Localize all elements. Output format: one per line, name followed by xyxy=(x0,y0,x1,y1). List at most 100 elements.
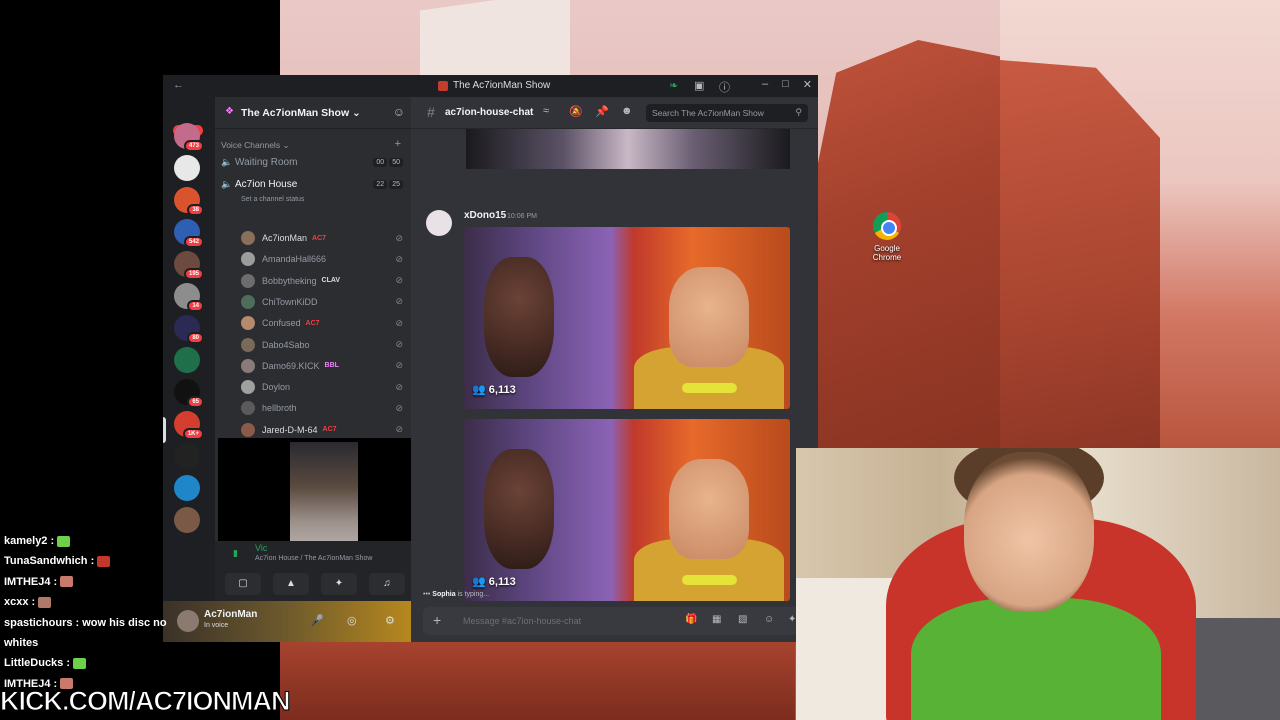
settings-gear-icon[interactable]: ⚙ xyxy=(385,614,395,627)
server-name: The Ac7ionMan Show ⌄ xyxy=(241,107,361,119)
category-voice-channels[interactable]: Voice Channels ⌄ xyxy=(221,140,290,151)
member-name: Confused xyxy=(262,318,301,329)
server-header[interactable]: ❖ The Ac7ionMan Show ⌄ ☺ xyxy=(215,97,411,129)
muted-mic-icon: ⊘ xyxy=(395,339,403,349)
muted-mic-icon: ⊘ xyxy=(395,232,403,243)
sticker-icon[interactable]: ▧ xyxy=(738,614,747,625)
typing-indicator: ••• Sophia is typing... xyxy=(423,591,490,598)
clip-person-right xyxy=(669,267,749,367)
speaker-icon: 🔈 xyxy=(221,156,233,167)
mention-badge: 80 xyxy=(187,332,204,344)
leaf-icon[interactable]: ❧ xyxy=(669,79,678,92)
inbox-icon[interactable]: ▣ xyxy=(694,79,704,92)
activities-icon[interactable]: ✦ xyxy=(321,573,357,595)
screenshare-icon[interactable]: ▲ xyxy=(273,573,309,595)
title-bar: ← The Ac7ionMan Show ❧ ▣ ⓘ – □ ✕ xyxy=(163,75,818,97)
emoji-icon[interactable]: ☺ xyxy=(764,614,774,625)
voice-member[interactable]: AmandaHall666 ⊘ xyxy=(241,249,409,269)
server-icon-8[interactable] xyxy=(174,347,200,373)
server-icon-9[interactable]: 65 xyxy=(174,379,204,408)
emote-icon xyxy=(97,555,111,567)
close-icon[interactable]: ✕ xyxy=(803,78,812,91)
muted-mic-icon: ⊘ xyxy=(395,402,403,413)
stream-chat-message: kamely2 : xyxy=(4,535,71,547)
boost-icon: ❖ xyxy=(225,106,234,117)
channel-ac7ion-house[interactable]: 🔈 Ac7ion House 22 25 xyxy=(221,175,407,193)
image-attachment[interactable]: 👥 6,113 xyxy=(464,419,790,601)
avatar xyxy=(241,273,255,288)
member-name: Dabo4Sabo xyxy=(262,339,310,350)
headphones-icon[interactable]: ◎ xyxy=(347,614,357,627)
microphone-icon[interactable]: 🎤 xyxy=(310,614,324,627)
voice-member[interactable]: Damo69.KICK BBL ⊘ xyxy=(241,356,409,376)
selected-server-indicator xyxy=(163,417,166,443)
back-arrow-icon[interactable]: ← xyxy=(173,79,184,91)
add-attachment-icon[interactable]: + xyxy=(433,612,441,628)
help-icon[interactable]: ⓘ xyxy=(719,79,730,95)
server-icon-5[interactable]: 195 xyxy=(174,251,204,280)
mention-badge: 38 xyxy=(187,204,204,216)
voice-location[interactable]: Ac7ion House / The Ac7ionMan Show xyxy=(255,555,372,562)
voice-connected-label: Vic xyxy=(255,543,268,553)
add-channel-icon[interactable]: + xyxy=(395,138,401,150)
server-icon-10[interactable] xyxy=(174,443,200,469)
server-icon-2[interactable] xyxy=(174,155,200,181)
stream-chat-message: xcxx : xyxy=(4,596,52,608)
channel-status[interactable]: Set a channel status xyxy=(241,196,304,203)
channel-name: Ac7ion House xyxy=(235,178,298,190)
voice-member[interactable]: Jared-D-M-64 AC7 ⊘ xyxy=(241,420,409,440)
minimize-icon[interactable]: – xyxy=(762,78,768,91)
voice-member[interactable]: Doylon ⊘ xyxy=(241,377,409,397)
mention-badge: 473 xyxy=(183,140,204,152)
maximize-icon[interactable]: □ xyxy=(782,78,789,91)
webcam-shirt xyxy=(911,598,1161,720)
viewer-count: 👥 6,113 xyxy=(472,384,516,396)
server-icon-11[interactable] xyxy=(174,475,200,501)
message-input[interactable]: + Message #ac7ion-house-chat 🎁 ▦ ▧ ☺ ✦ xyxy=(423,607,818,635)
search-input[interactable]: Search The Ac7ionMan Show ⚲ xyxy=(646,104,808,122)
server-icon-3[interactable]: 38 xyxy=(174,187,204,216)
pin-icon[interactable]: 📌 xyxy=(595,105,609,118)
avatar[interactable] xyxy=(177,610,199,632)
mention-badge: 542 xyxy=(183,236,204,248)
gift-icon[interactable]: 🎁 xyxy=(685,614,697,625)
voice-member[interactable]: Bobbytheking CLAV ⊘ xyxy=(241,271,409,291)
webcam-face xyxy=(964,452,1094,612)
voice-member[interactable]: hellbroth ⊘ xyxy=(241,398,409,418)
voice-member[interactable]: Confused AC7 ⊘ xyxy=(241,313,409,333)
channel-counts: 22 25 xyxy=(373,179,403,189)
voice-member[interactable]: Ac7ionMan AC7 ⊘ xyxy=(241,228,409,248)
wallpaper-bottom xyxy=(280,640,795,720)
threads-icon[interactable]: ≈ xyxy=(543,105,549,117)
kick-banner: KICK.COM/AC7IONMAN xyxy=(0,686,291,717)
voice-member[interactable]: ChiTownKiDD ⊘ xyxy=(241,292,409,312)
stream-preview[interactable] xyxy=(218,438,430,556)
message-timestamp: 10:06 PM xyxy=(507,213,537,220)
server-icon-4[interactable]: 542 xyxy=(174,219,204,248)
image-attachment[interactable]: 👥 6,113 xyxy=(464,227,790,409)
members-icon[interactable]: ☻ xyxy=(621,105,633,117)
camera-off-icon[interactable]: ▢ xyxy=(225,573,261,595)
soundboard-icon[interactable]: ♫ xyxy=(369,573,405,595)
server-icon-active[interactable]: 1K+ xyxy=(174,411,204,440)
server-icon-1[interactable]: 473 xyxy=(174,123,204,152)
channel-counts: 00 50 xyxy=(373,157,403,167)
avatar[interactable] xyxy=(426,210,452,236)
desktop-chrome-shortcut[interactable]: Google Chrome xyxy=(862,212,912,262)
message-author[interactable]: xDono15 xyxy=(464,210,506,221)
emote-icon xyxy=(57,535,71,547)
member-name: Doylon xyxy=(262,382,291,393)
previous-image-attachment[interactable] xyxy=(466,129,790,169)
gif-icon[interactable]: ▦ xyxy=(712,614,721,625)
voice-member[interactable]: Dabo4Sabo ⊘ xyxy=(241,335,409,355)
add-user-icon[interactable]: ☺ xyxy=(393,105,405,119)
clip-person-left xyxy=(484,449,554,569)
notifications-icon[interactable]: 🔕 xyxy=(569,105,583,118)
muted-mic-icon: ⊘ xyxy=(395,424,403,435)
channel-waiting-room[interactable]: 🔈 Waiting Room 00 50 xyxy=(221,153,407,171)
server-icon-7[interactable]: 80 xyxy=(174,315,204,344)
chrome-icon xyxy=(873,212,901,240)
avatar xyxy=(241,358,255,373)
server-icon-6[interactable]: 14 xyxy=(174,283,204,312)
muted-mic-icon: ⊘ xyxy=(395,253,403,264)
